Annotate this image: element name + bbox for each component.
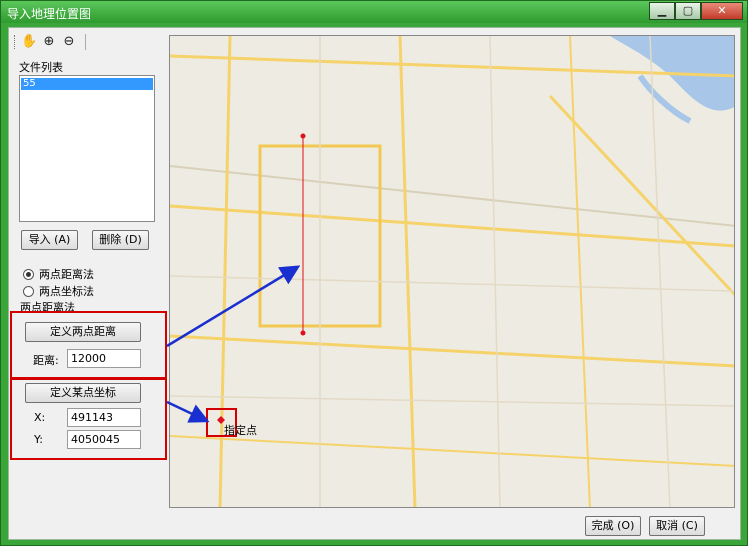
define-coord-button[interactable]: 定义某点坐标 xyxy=(25,383,141,403)
radio-two-point-distance[interactable]: 两点距离法 xyxy=(23,266,94,282)
point-label: 指定点 xyxy=(224,423,257,437)
zoom-in-icon[interactable]: ⊕ xyxy=(41,34,57,50)
radio-selected-icon xyxy=(23,268,34,280)
file-list[interactable]: 55 xyxy=(19,75,155,222)
distance-label: 距离: xyxy=(33,354,59,367)
radio-label: 两点距离法 xyxy=(39,268,94,281)
radio-unselected-icon xyxy=(23,285,34,297)
radio-two-point-coord[interactable]: 两点坐标法 xyxy=(23,283,94,299)
define-distance-button[interactable]: 定义两点距离 xyxy=(25,322,141,342)
measure-point-bottom xyxy=(300,330,306,336)
y-coord-input[interactable]: 4050045 xyxy=(67,430,141,449)
map-canvas[interactable]: 指定点 xyxy=(170,36,735,508)
file-list-label: 文件列表 xyxy=(19,61,63,74)
window-title: 导入地理位置图 xyxy=(7,7,92,21)
cancel-button[interactable]: 取消 (C) xyxy=(649,516,705,536)
minimize-button[interactable]: ▁ xyxy=(649,2,675,20)
distance-input[interactable]: 12000 xyxy=(67,349,141,368)
list-item[interactable]: 55 xyxy=(21,78,153,90)
toolbar-separator xyxy=(85,34,86,50)
map-background xyxy=(170,36,734,507)
measure-point-top xyxy=(300,133,306,139)
window: 导入地理位置图 ▁ ▢ ✕ ✋ ⊕ ⊖ 文件列表 55 导入 (A) 删除 (D… xyxy=(0,0,748,546)
dialog-client: ✋ ⊕ ⊖ 文件列表 55 导入 (A) 删除 (D) 两点距离法 两点坐标法 … xyxy=(8,27,741,540)
radio-label: 两点坐标法 xyxy=(39,285,94,298)
title-bar: 导入地理位置图 ▁ ▢ ✕ xyxy=(1,1,747,23)
toolbar-grip xyxy=(14,35,17,49)
finish-button[interactable]: 完成 (O) xyxy=(585,516,641,536)
map-toolbar: ✋ ⊕ ⊖ xyxy=(14,32,114,52)
x-label: X: xyxy=(34,411,46,424)
y-label: Y: xyxy=(34,433,43,446)
close-button[interactable]: ✕ xyxy=(701,2,743,20)
left-panel: ✋ ⊕ ⊖ 文件列表 55 导入 (A) 删除 (D) 两点距离法 两点坐标法 … xyxy=(9,28,167,541)
zoom-out-icon[interactable]: ⊖ xyxy=(61,34,77,50)
map-view[interactable]: 指定点 xyxy=(169,35,735,508)
delete-button[interactable]: 删除 (D) xyxy=(92,230,149,250)
hand-icon[interactable]: ✋ xyxy=(21,34,37,50)
maximize-button[interactable]: ▢ xyxy=(675,2,701,20)
x-coord-input[interactable]: 491143 xyxy=(67,408,141,427)
import-button[interactable]: 导入 (A) xyxy=(21,230,78,250)
